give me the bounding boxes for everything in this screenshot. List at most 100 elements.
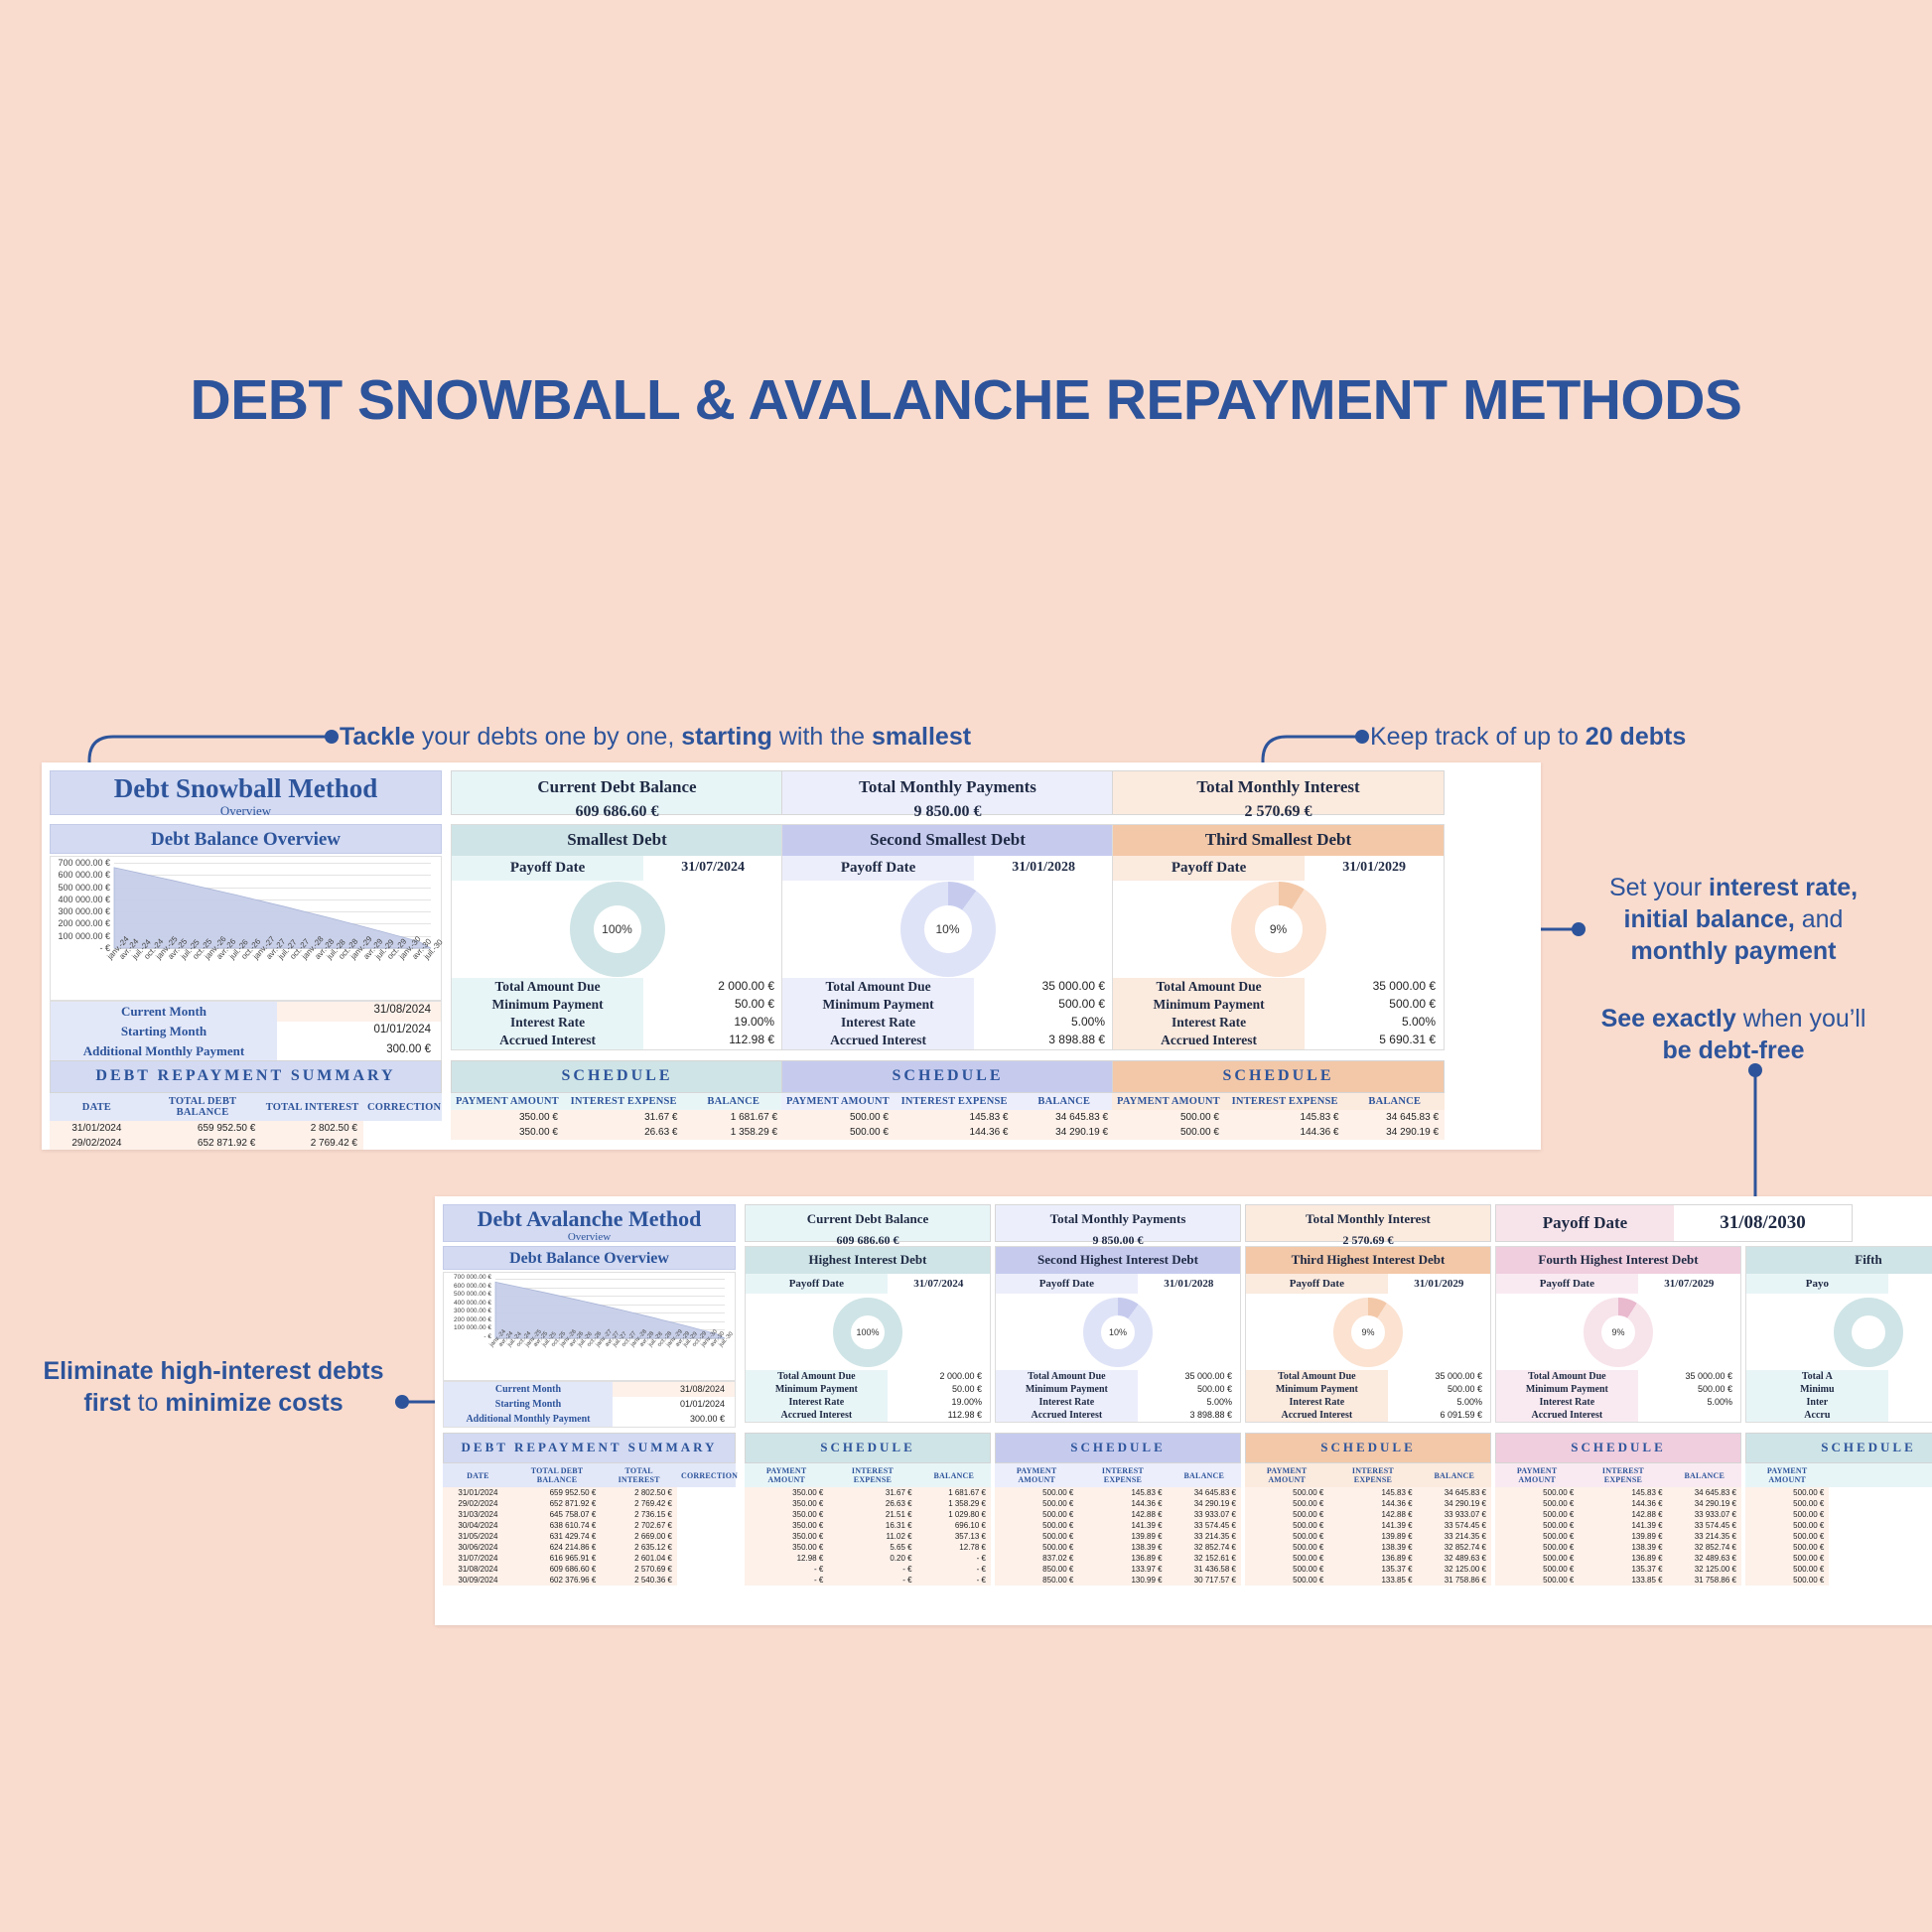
table-row[interactable]: 500.00 €138.39 €32 852.74 € [995,1542,1241,1553]
table-row[interactable]: 500.00 € [1745,1520,1932,1531]
table-row[interactable]: 837.02 €136.89 €32 152.61 € [995,1553,1241,1564]
table-row[interactable]: 350.00 €26.63 €1 358.29 € [451,1125,783,1140]
table-cell: 1 681.67 € [683,1110,783,1125]
table-cell: 30/09/2024 [443,1575,513,1586]
table-row[interactable]: 350.00 €31.67 €1 681.67 € [451,1110,783,1125]
table-row[interactable]: 31/08/2024 609 686.60 €2 570.69 € [443,1564,736,1575]
debt-card[interactable]: Second Highest Interest Debt Payoff Date 3… [995,1246,1241,1423]
table-block[interactable]: SCHEDULE PAYMENT AMOUNT 500.00 €500.00 €50… [1745,1433,1932,1586]
table-row[interactable]: 500.00 € [1745,1531,1932,1542]
param-row[interactable]: Starting Month 01/01/2024 [51,1022,441,1041]
table-row[interactable]: 500.00 € [1745,1498,1932,1509]
table-block[interactable]: SCHEDULE PAYMENT AMOUNT INTEREST EXPENSE BA… [451,1060,783,1140]
table-block[interactable]: SCHEDULE PAYMENT AMOUNT INTEREST EXPENSE BA… [781,1060,1114,1140]
table-block[interactable]: DEBT REPAYMENT SUMMARY DATE TOTAL DEBT BAL… [443,1433,738,1586]
param-row[interactable]: Current Month 31/08/2024 [444,1382,735,1397]
table-row[interactable]: 500.00 €138.39 €32 852.74 € [1495,1542,1741,1553]
param-row[interactable]: Starting Month 01/01/2024 [444,1397,735,1412]
table-row[interactable]: 500.00 €145.83 €34 645.83 € [1495,1487,1741,1498]
table-row[interactable]: - € - € - € [745,1575,991,1586]
table-row[interactable]: 500.00 € [1745,1542,1932,1553]
table-row[interactable]: 500.00 € [1745,1553,1932,1564]
table-row[interactable]: 500.00 €145.83 €34 645.83 € [1112,1110,1445,1125]
table-row[interactable]: 350.00 €26.63 €1 358.29 € [745,1498,991,1509]
table-row[interactable]: 31/01/2024 659 952.50 €2 802.50 € [50,1121,442,1136]
table-row[interactable]: 31/07/2024 616 965.91 €2 601.04 € [443,1553,736,1564]
table-row[interactable]: 500.00 €144.36 €34 290.19 € [995,1498,1241,1509]
debt-card[interactable]: Second Smallest Debt Payoff Date 31/01/202… [781,824,1114,1050]
table-row[interactable]: 500.00 €142.88 €33 933.07 € [995,1509,1241,1520]
table-cell: 602 376.96 € [512,1575,602,1586]
table-row[interactable]: 850.00 €133.97 €31 436.58 € [995,1564,1241,1575]
table-row[interactable]: 500.00 €141.39 €33 574.45 € [1495,1520,1741,1531]
table-row[interactable]: 500.00 €141.39 €33 574.45 € [1245,1520,1491,1531]
table-row[interactable]: 500.00 €139.89 €33 214.35 € [1245,1531,1491,1542]
table-row[interactable]: 500.00 €142.88 €33 933.07 € [1245,1509,1491,1520]
table-row[interactable]: 500.00 €138.39 €32 852.74 € [1245,1542,1491,1553]
table-row[interactable]: 31/01/2024 659 952.50 €2 802.50 € [443,1487,736,1498]
table-block[interactable]: SCHEDULE PAYMENT AMOUNT INTEREST EXPENSE BA… [1495,1433,1741,1586]
table-row[interactable]: 31/05/2024 631 429.74 €2 669.00 € [443,1531,736,1542]
table-row[interactable]: 29/02/2024 652 871.92 €2 769.42 € [443,1498,736,1509]
table-row[interactable]: 500.00 €133.85 €31 758.86 € [1495,1575,1741,1586]
table-row[interactable]: 500.00 €133.85 €31 758.86 € [1245,1575,1491,1586]
table-row[interactable]: 500.00 €135.37 €32 125.00 € [1495,1564,1741,1575]
table-row[interactable]: 500.00 €142.88 €33 933.07 € [1495,1509,1741,1520]
table-row[interactable]: 500.00 €145.83 €34 645.83 € [995,1487,1241,1498]
table-cell: 133.85 € [1579,1575,1668,1586]
table-row[interactable]: - € - € - € [745,1564,991,1575]
table-row[interactable]: 500.00 € [1745,1487,1932,1498]
table-row[interactable]: 30/04/2024 638 610.74 €2 702.67 € [443,1520,736,1531]
table-block[interactable]: SCHEDULE PAYMENT AMOUNT INTEREST EXPENSE BA… [1245,1433,1491,1586]
debt-card[interactable]: Third Highest Interest Debt Payoff Date 31… [1245,1246,1491,1423]
table-row[interactable]: 500.00 € [1745,1564,1932,1575]
payoff-date-row: Payoff Date 31/07/2024 [452,856,783,881]
table-row[interactable]: 500.00 € [1745,1509,1932,1520]
table-row[interactable]: 500.00 €145.83 €34 645.83 € [1245,1487,1491,1498]
table-cell: 32 489.63 € [1667,1553,1741,1564]
debt-card[interactable]: Third Smallest Debt Payoff Date 31/01/2029… [1112,824,1445,1050]
param-row[interactable]: Additional Monthly Payment 300.00 € [51,1041,441,1061]
param-row[interactable]: Additional Monthly Payment 300.00 € [444,1412,735,1427]
table-row[interactable]: 350.00 €5.65 €12.78 € [745,1542,991,1553]
table-row[interactable]: 500.00 €136.89 €32 489.63 € [1495,1553,1741,1564]
table-row[interactable]: 30/06/2024 624 214.86 €2 635.12 € [443,1542,736,1553]
table-row[interactable]: 500.00 €144.36 €34 290.19 € [1112,1125,1445,1140]
table-row[interactable]: 500.00 €145.83 €34 645.83 € [781,1110,1114,1125]
table-row[interactable]: 500.00 €144.36 €34 290.19 € [1495,1498,1741,1509]
table-column-header: BALANCE [1368,1096,1422,1107]
snowball-spreadsheet-panel[interactable]: Debt Snowball Method Overview Current Debt… [42,762,1541,1150]
table-block[interactable]: SCHEDULE PAYMENT AMOUNT INTEREST EXPENSE BA… [995,1433,1241,1586]
param-row[interactable]: Current Month 31/08/2024 [51,1002,441,1022]
debt-stat-row: Accrued Interest 112.98 € [746,1409,991,1422]
table-row[interactable]: 850.00 €130.99 €30 717.57 € [995,1575,1241,1586]
table-row[interactable]: 500.00 € [1745,1575,1932,1586]
debt-card[interactable]: Fourth Highest Interest Debt Payoff Date 3… [1495,1246,1741,1423]
table-block[interactable]: SCHEDULE PAYMENT AMOUNT INTEREST EXPENSE BA… [745,1433,991,1586]
table-row[interactable]: 12.98 €0.20 € - € [745,1553,991,1564]
debt-card[interactable]: Smallest Debt Payoff Date 31/07/2024 100% To… [451,824,783,1050]
table-row[interactable]: 500.00 €141.39 €33 574.45 € [995,1520,1241,1531]
table-block[interactable]: DEBT REPAYMENT SUMMARY DATE TOTAL DEBT BAL… [50,1060,442,1150]
table-block[interactable]: SCHEDULE PAYMENT AMOUNT INTEREST EXPENSE BA… [1112,1060,1445,1140]
table-row[interactable]: 500.00 €144.36 €34 290.19 € [781,1125,1114,1140]
table-row[interactable]: 350.00 €31.67 €1 681.67 € [745,1487,991,1498]
avalanche-spreadsheet-panel[interactable]: Debt Avalanche Method Overview Current Deb… [435,1196,1932,1625]
table-row[interactable]: 350.00 €21.51 €1 029.80 € [745,1509,991,1520]
table-row[interactable]: 500.00 €144.36 €34 290.19 € [1245,1498,1491,1509]
table-cell: 500.00 € [1495,1564,1580,1575]
payoff-date-row: Payoff Date 31/07/2029 [1496,1274,1741,1294]
table-cell: 26.63 € [828,1498,917,1509]
table-row[interactable]: 350.00 €11.02 €357.13 € [745,1531,991,1542]
table-row[interactable]: 350.00 €16.31 €696.10 € [745,1520,991,1531]
table-row[interactable]: 500.00 €136.89 €32 489.63 € [1245,1553,1491,1564]
table-row[interactable]: 500.00 €135.37 €32 125.00 € [1245,1564,1491,1575]
table-row[interactable]: 500.00 €139.89 €33 214.35 € [995,1531,1241,1542]
table-row[interactable]: 29/02/2024 652 871.92 €2 769.42 € [50,1136,442,1150]
table-row[interactable]: 31/03/2024 645 758.07 €2 736.15 € [443,1509,736,1520]
table-row[interactable]: 30/09/2024 602 376.96 €2 540.36 € [443,1575,736,1586]
table-cell [1917,1520,1932,1531]
debt-card[interactable]: Highest Interest Debt Payoff Date 31/07/20… [745,1246,991,1423]
table-row[interactable]: 500.00 €139.89 €33 214.35 € [1495,1531,1741,1542]
debt-card[interactable]: Fifth Payo Total A Minimu Inter Accru [1745,1246,1932,1423]
